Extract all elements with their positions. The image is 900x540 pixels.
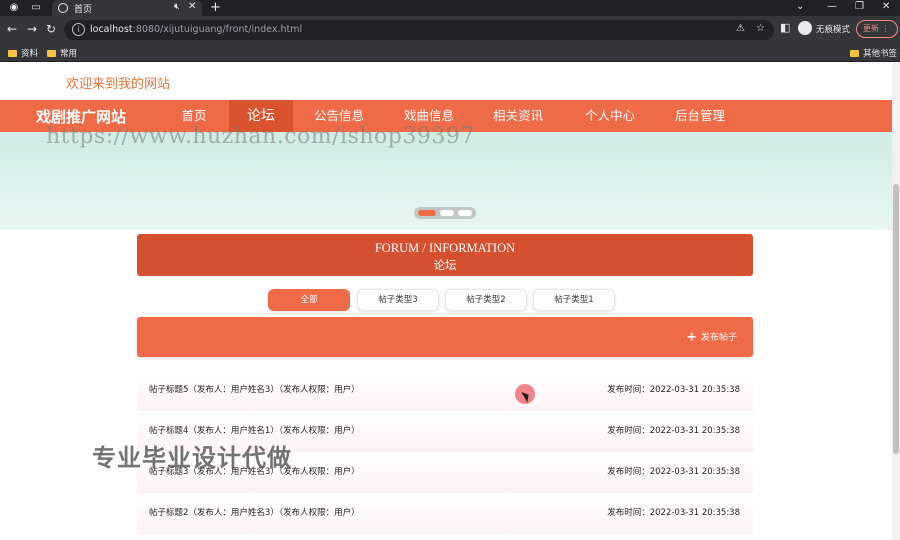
filter-type-2[interactable]: 帖子类型2 [445, 289, 527, 311]
filter-type-3[interactable]: 帖子类型3 [357, 289, 439, 311]
carousel-dot-1[interactable] [418, 210, 436, 216]
carousel-dot-3[interactable] [458, 210, 472, 216]
folder-icon [47, 50, 56, 57]
chevron-down-icon[interactable]: ⌄ [796, 1, 804, 12]
forum-header: FORUM / INFORMATION 论坛 [137, 234, 753, 276]
tab-close-icon[interactable]: ✕ [188, 1, 196, 12]
browser-toolbar: ← → ↻ i localhost:8080/xijutuiguang/fron… [0, 16, 900, 44]
nav-admin[interactable]: 后台管理 [664, 100, 736, 132]
post-title[interactable]: 帖子标题4（发布人：用户姓名1）（发布人权限：用户） [149, 424, 360, 436]
site-info-icon[interactable]: i [72, 23, 85, 36]
address-bar[interactable]: i localhost:8080/xijutuiguang/front/inde… [64, 20, 774, 40]
bookmarks-bar: 资料 常用 其他书签 [0, 44, 900, 62]
page-scrollbar[interactable] [892, 62, 900, 540]
post-title[interactable]: 帖子标题5（发布人：用户姓名3）（发布人权限：用户） [149, 383, 360, 395]
list-item[interactable]: 帖子标题5（发布人：用户姓名3）（发布人权限：用户） 发布时间：2022-03-… [137, 371, 753, 411]
bookmark-star-icon[interactable]: ☆ [756, 23, 765, 34]
filter-all[interactable]: 全部 [268, 289, 350, 311]
forum-title-cn: 论坛 [433, 258, 457, 272]
web-page: 欢迎来到我的网站 戏剧推广网站 首页 论坛 公告信息 戏曲信息 相关资讯 个人中… [0, 62, 892, 540]
bookmark-folder-changyong[interactable]: 常用 [47, 47, 77, 59]
browser-tab-strip: ◉ ▭ 首页 🔇︎ ✕ + ⌄ — ❐ ✕ [0, 0, 900, 16]
promo-watermark: 专业毕业设计代做 [92, 444, 292, 472]
url-text[interactable]: localhost:8080/xijutuiguang/front/index.… [90, 24, 302, 35]
plus-icon: + [686, 330, 697, 345]
scrollbar-thumb[interactable] [893, 184, 899, 454]
post-title[interactable]: 帖子标题2（发布人：用户姓名3）（发布人权限：用户） [149, 506, 360, 518]
tab-home[interactable]: 首页 🔇︎ ✕ [52, 0, 202, 16]
filter-type-1[interactable]: 帖子类型1 [533, 289, 615, 311]
side-panel-icon[interactable]: ◧ [780, 21, 790, 34]
forum-action-bar: + 发布帖子 [137, 317, 753, 357]
forum-title-en: FORUM / INFORMATION [374, 241, 516, 255]
post-time: 发布时间：2022-03-31 20:35:38 [607, 508, 740, 518]
publish-post-button[interactable]: + 发布帖子 [686, 330, 737, 345]
back-icon[interactable]: ← [7, 22, 17, 36]
tab-title: 首页 [74, 5, 93, 15]
extension-icon[interactable]: ⚠ [736, 23, 745, 34]
restore-icon[interactable]: ❐ [855, 1, 864, 12]
banner-carousel[interactable]: https://www.huzhan.com/ishop39397 [0, 124, 892, 230]
forward-icon[interactable]: → [27, 22, 37, 36]
carousel-indicators [414, 207, 476, 219]
minimize-icon[interactable]: — [827, 1, 837, 12]
nav-related-news[interactable]: 相关资讯 [482, 100, 554, 132]
new-tab-button[interactable]: + [210, 0, 221, 16]
tab-search-icon[interactable]: ▭ [30, 2, 42, 14]
post-time: 发布时间：2022-03-31 20:35:38 [607, 385, 740, 395]
url-watermark: https://www.huzhan.com/ishop39397 [46, 124, 475, 149]
reload-icon[interactable]: ↻ [46, 22, 56, 36]
incognito-avatar[interactable] [798, 21, 812, 35]
bookmark-folder-ziliao[interactable]: 资料 [8, 47, 38, 59]
folder-icon [8, 50, 17, 57]
folder-icon [850, 50, 859, 57]
nav-personal-center[interactable]: 个人中心 [574, 100, 646, 132]
post-time: 发布时间：2022-03-31 20:35:38 [607, 467, 740, 477]
update-button[interactable]: 更新 ⋮ [856, 20, 898, 38]
carousel-dot-2[interactable] [440, 210, 454, 216]
bookmark-folder-other[interactable]: 其他书签 [850, 47, 897, 59]
list-item[interactable]: 帖子标题2（发布人：用户姓名3）（发布人权限：用户） 发布时间：2022-03-… [137, 494, 753, 534]
window-close-icon[interactable]: ✕ [882, 1, 890, 12]
globe-icon [58, 3, 68, 13]
welcome-text: 欢迎来到我的网站 [66, 77, 171, 92]
profile-label[interactable]: 无痕模式 [816, 23, 850, 35]
chrome-icon[interactable]: ◉ [8, 2, 20, 14]
mute-icon[interactable]: 🔇︎ [174, 2, 180, 12]
post-time: 发布时间：2022-03-31 20:35:38 [607, 426, 740, 436]
